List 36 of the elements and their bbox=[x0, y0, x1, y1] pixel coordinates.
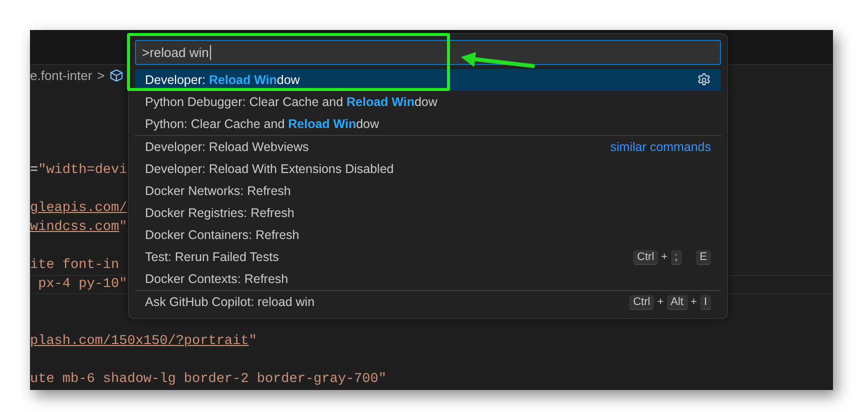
command-item[interactable]: Docker Registries: Refresh bbox=[135, 202, 721, 224]
command-item[interactable]: Docker Networks: Refresh bbox=[135, 180, 721, 202]
command-item[interactable]: Developer: Reload With Extensions Disabled bbox=[135, 158, 721, 180]
cube-icon bbox=[110, 68, 123, 82]
keyboard-key: Ctrl bbox=[633, 250, 658, 264]
code-text: " bbox=[248, 333, 257, 351]
keyboard-key: E bbox=[696, 250, 711, 264]
breadcrumb-item[interactable]: e.font-inter bbox=[30, 68, 92, 82]
key-separator: + bbox=[690, 296, 697, 308]
code-text: px-4 py-10" bbox=[37, 276, 128, 293]
key-separator: + bbox=[657, 296, 664, 308]
breadcrumb-separator: > bbox=[97, 68, 105, 82]
code-text: ite font-in bbox=[30, 257, 120, 275]
settings-icon[interactable] bbox=[697, 73, 711, 87]
code-text: " bbox=[119, 219, 128, 237]
code-text: "width=devi bbox=[38, 162, 128, 180]
keyboard-key: Ctrl bbox=[629, 294, 654, 310]
command-item[interactable]: Developer: Reload Window bbox=[135, 69, 721, 91]
group-label: similar commands bbox=[610, 140, 711, 154]
command-item[interactable]: Docker Contexts: Refresh bbox=[135, 268, 721, 290]
command-item[interactable]: Docker Containers: Refresh bbox=[135, 224, 721, 246]
code-link[interactable]: gleapis.com/ bbox=[30, 199, 128, 218]
command-item[interactable]: Python Debugger: Clear Cache and Reload Window bbox=[135, 91, 721, 113]
command-item[interactable]: Test: Rerun Failed Tests Ctrl + ; E bbox=[135, 246, 721, 268]
command-item[interactable]: Developer: Reload Webviews similar commands bbox=[135, 135, 721, 158]
keyboard-key: I bbox=[700, 294, 711, 310]
code-text: = bbox=[30, 162, 38, 180]
keyboard-key: ; bbox=[670, 250, 682, 264]
keyboard-key: Alt bbox=[666, 294, 688, 310]
command-input[interactable]: >reload win bbox=[135, 40, 721, 65]
key-separator: + bbox=[661, 251, 668, 263]
code-text: ute mb-6 shadow-lg border-2 border-gray-700" bbox=[30, 371, 386, 389]
code-link[interactable]: plash.com/150x150/?portrait bbox=[30, 332, 249, 351]
command-item[interactable]: Ask GitHub Copilot: reload win Ctrl + Alt + I bbox=[135, 290, 721, 313]
code-link[interactable]: windcss.com bbox=[30, 218, 120, 237]
command-item[interactable]: Python: Clear Cache and Reload Window bbox=[135, 113, 721, 135]
